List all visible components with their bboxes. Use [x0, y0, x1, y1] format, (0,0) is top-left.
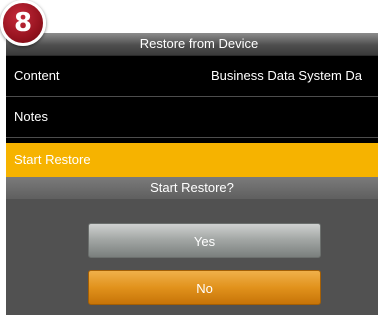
menu-item-label: Start Restore — [14, 152, 91, 167]
menu-item-value: Business Data System Da — [211, 68, 363, 83]
restore-screen: 8 Restore from Device Content Business D… — [0, 0, 378, 315]
menu-item-content[interactable]: Content Business Data System Da — [6, 56, 378, 97]
dialog-title: Start Restore? — [6, 177, 378, 199]
no-button[interactable]: No — [88, 270, 321, 305]
screen-title: Restore from Device — [139, 36, 259, 51]
yes-button[interactable]: Yes — [88, 223, 321, 258]
title-bar: Restore from Device — [6, 33, 378, 56]
menu-item-label: Content — [14, 68, 60, 83]
device-display: Restore from Device Content Business Dat… — [6, 33, 378, 315]
menu-item-label: Notes — [14, 109, 48, 124]
menu-item-start-restore[interactable]: Start Restore — [6, 143, 378, 177]
confirm-dialog: Start Restore? Yes No — [6, 177, 378, 315]
menu-item-notes[interactable]: Notes — [6, 97, 378, 138]
step-number-badge: 8 — [0, 0, 46, 46]
